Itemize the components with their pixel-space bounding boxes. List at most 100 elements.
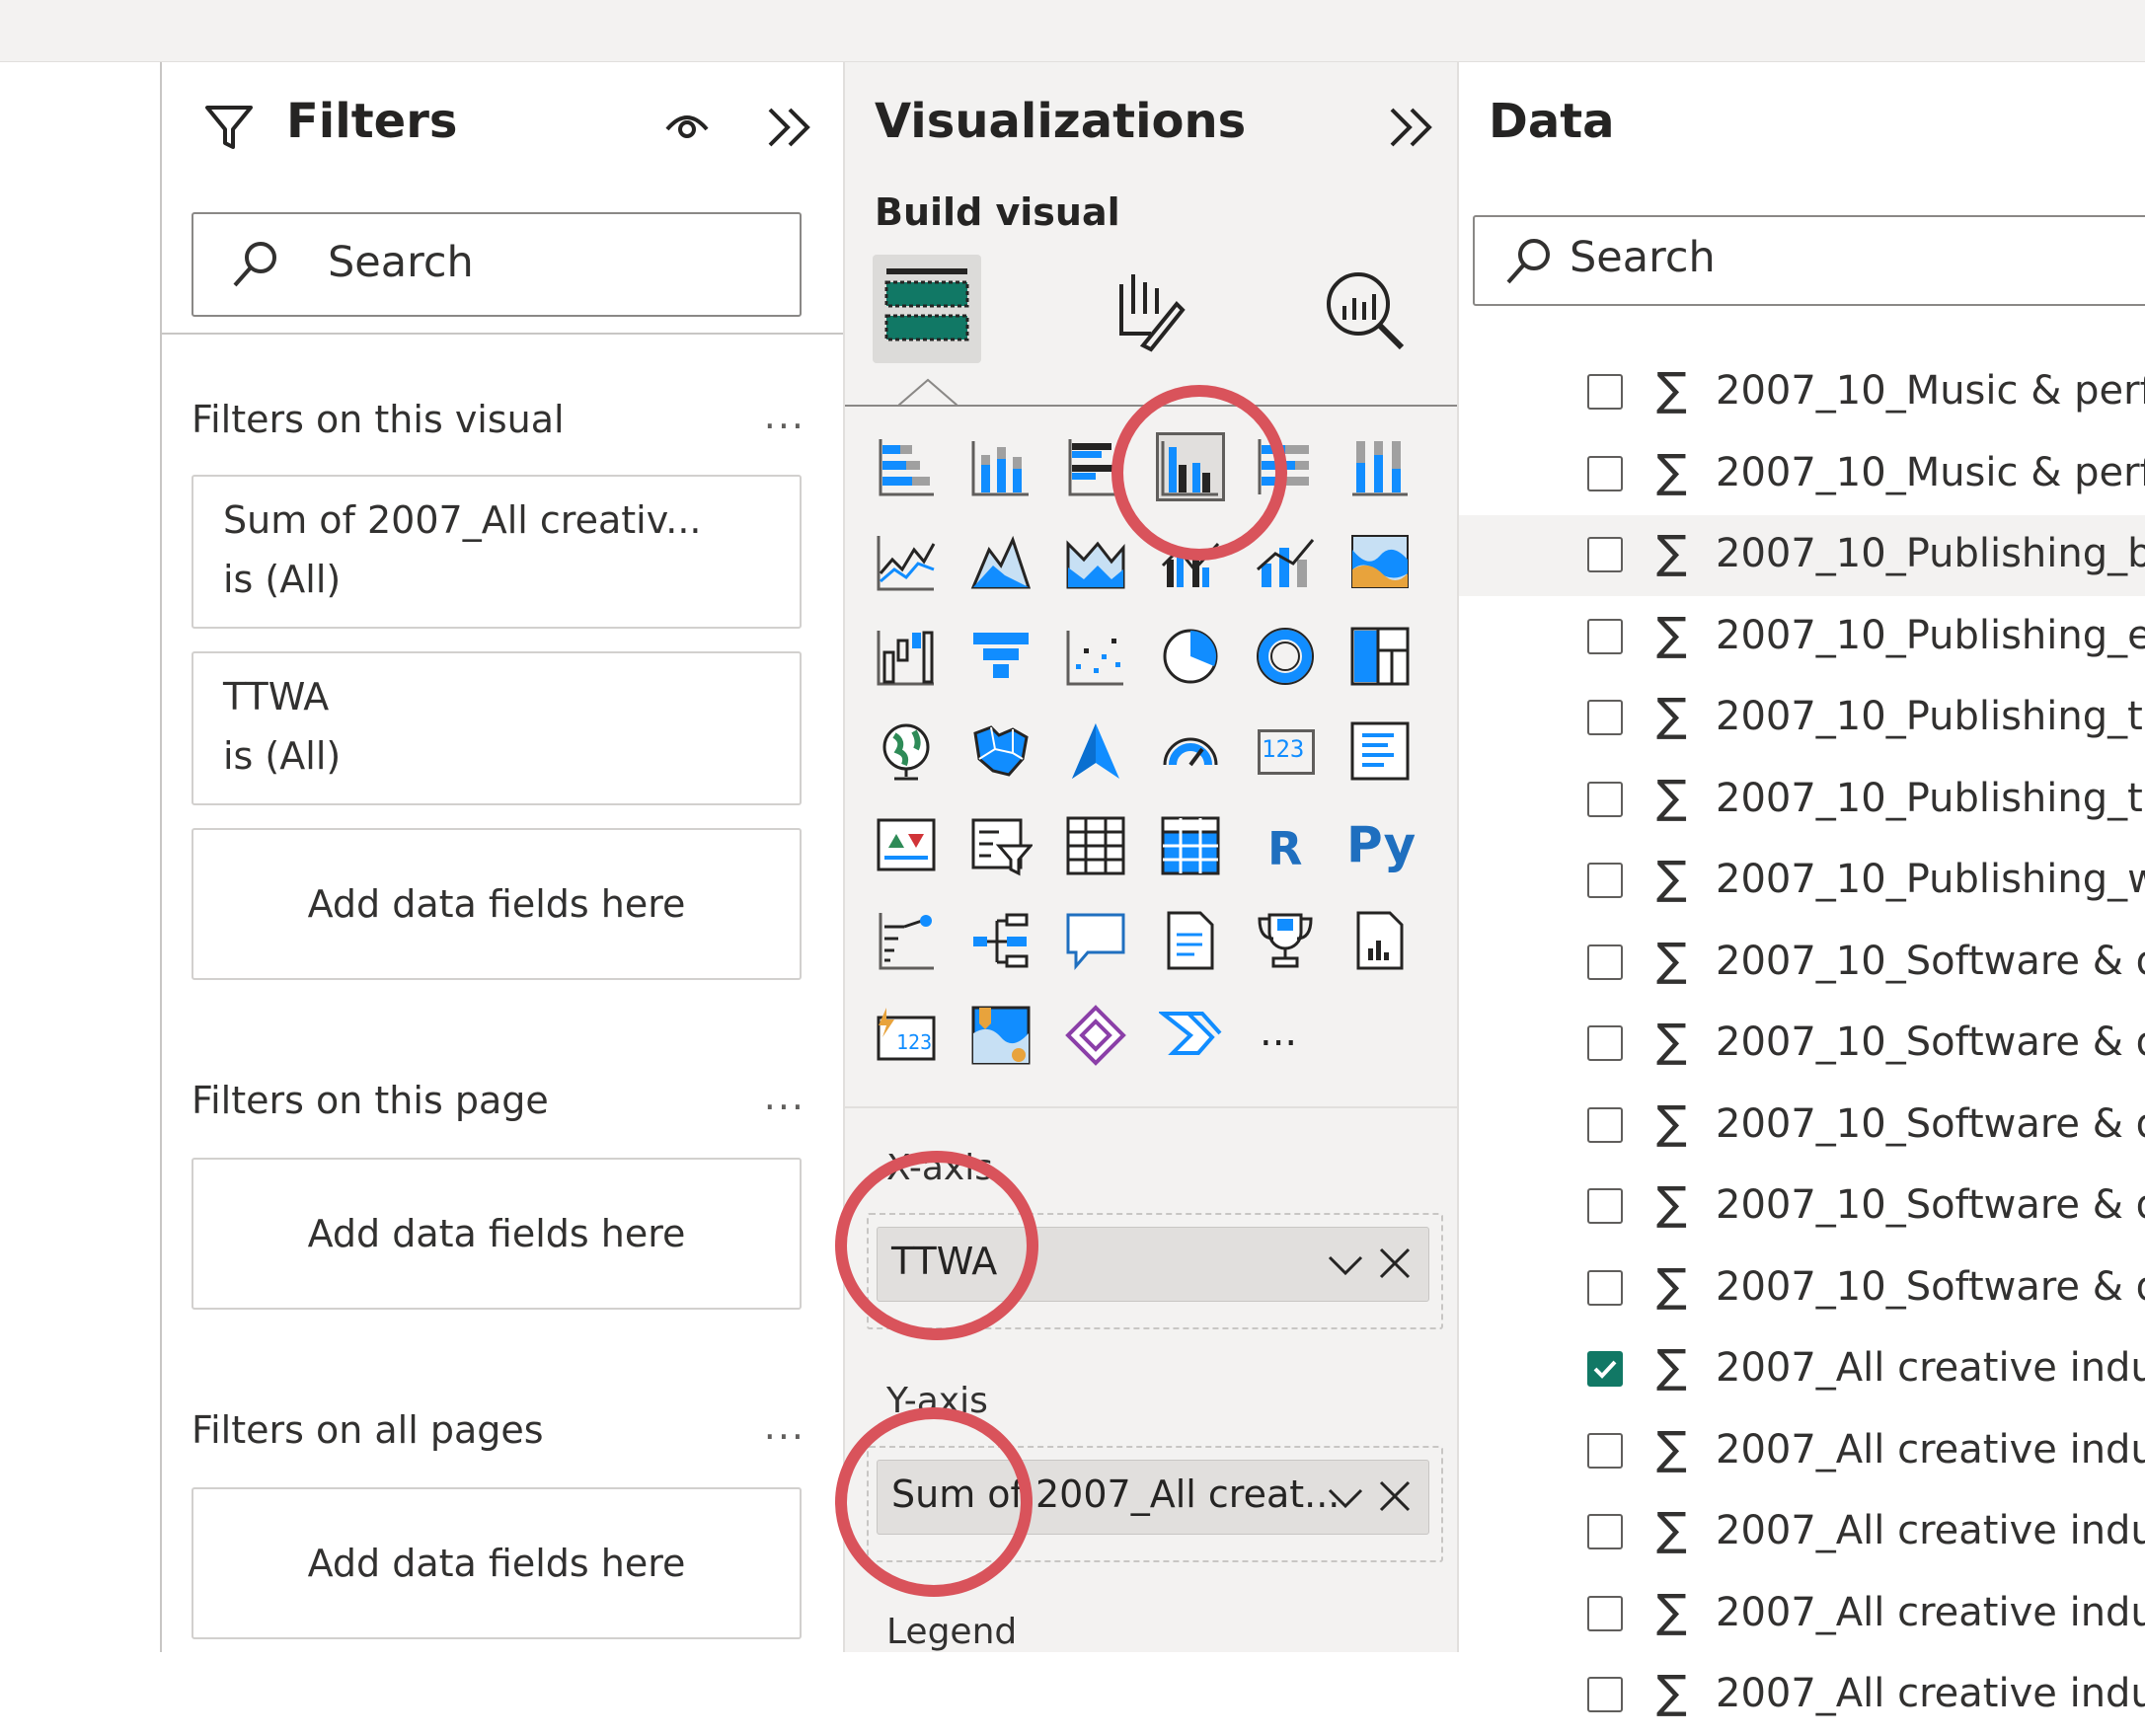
clustered-column-chart-icon[interactable]	[1156, 432, 1225, 501]
power-apps-card-icon[interactable]: 123	[875, 1004, 938, 1067]
stacked-area-chart-icon[interactable]	[1064, 530, 1127, 593]
more-options-visual[interactable]: ...	[764, 394, 805, 437]
slicer-icon[interactable]	[969, 814, 1033, 877]
field-list-item[interactable]: ∑ 2007_10_Software & dig	[1459, 1248, 2145, 1329]
more-options-all[interactable]: ...	[764, 1404, 805, 1448]
field-checkbox[interactable]	[1587, 1188, 1623, 1224]
tab-analytics[interactable]	[1311, 255, 1419, 363]
ribbon-chart-icon[interactable]	[1348, 530, 1412, 593]
field-list-item[interactable]: ∑ 2007_10_Software & dig	[1459, 1167, 2145, 1247]
remove-field-icon[interactable]	[1377, 1478, 1413, 1514]
remove-field-icon[interactable]	[1377, 1245, 1413, 1281]
field-checkbox[interactable]	[1587, 1025, 1623, 1061]
filter-card-sum[interactable]: Sum of 2007_All creativ... is (All)	[192, 475, 802, 629]
card-visual-icon[interactable]: 123	[1254, 719, 1317, 783]
azure-map-icon[interactable]	[1064, 719, 1127, 783]
line-clustered-column-icon[interactable]	[1159, 530, 1222, 593]
chevron-down-icon[interactable]	[1326, 1478, 1365, 1518]
field-list-item[interactable]: ∑ 2007_All creative indust	[1459, 1492, 2145, 1573]
filter-card-ttwa[interactable]: TTWA is (All)	[192, 651, 802, 805]
filter-icon	[205, 106, 253, 149]
add-fields-all-dropzone[interactable]: Add data fields here	[192, 1487, 802, 1639]
field-list-item[interactable]: ∑ 2007_All creative indust	[1459, 1329, 2145, 1410]
field-list-item[interactable]: ∑ 2007_10_Publishing_em	[1459, 597, 2145, 678]
field-list-item[interactable]: ∑ 2007_10_Software & dig	[1459, 1004, 2145, 1085]
field-list-item[interactable]: ∑ 2007_10_Music & perfor	[1459, 352, 2145, 433]
line-chart-icon[interactable]	[875, 530, 938, 593]
map-globe-icon[interactable]	[875, 719, 938, 783]
stacked-bar-chart-icon[interactable]	[875, 435, 938, 498]
more-visuals-icon[interactable]: ...	[1254, 1004, 1317, 1067]
treemap-icon[interactable]	[1348, 625, 1412, 688]
donut-chart-icon[interactable]	[1254, 625, 1317, 688]
field-checkbox[interactable]	[1587, 374, 1623, 410]
chevron-down-icon[interactable]	[1326, 1245, 1365, 1285]
collapse-filters-icon[interactable]	[764, 104, 815, 151]
field-list-item[interactable]: ∑ 2007_10_Music & perfor	[1459, 434, 2145, 515]
field-checkbox[interactable]	[1587, 1677, 1623, 1712]
kpi-icon[interactable]	[875, 814, 938, 877]
funnel-chart-icon[interactable]	[969, 625, 1033, 688]
100-stacked-column-chart-icon[interactable]	[1348, 435, 1412, 498]
x-axis-well[interactable]: TTWA	[867, 1213, 1443, 1329]
scatter-chart-icon[interactable]	[1064, 625, 1127, 688]
field-checkbox[interactable]	[1587, 700, 1623, 735]
python-visual-icon[interactable]: Py	[1346, 814, 1427, 877]
field-list-item[interactable]: ∑ 2007_10_Publishing_wor	[1459, 841, 2145, 922]
field-checkbox[interactable]	[1587, 1351, 1623, 1387]
line-stacked-column-icon[interactable]	[1254, 530, 1317, 593]
stacked-column-chart-icon[interactable]	[969, 435, 1033, 498]
field-checkbox[interactable]	[1587, 782, 1623, 817]
tab-format-visual[interactable]	[1092, 255, 1200, 363]
field-list-item[interactable]: ∑ 2007_All creative indust	[1459, 1655, 2145, 1736]
field-list-item[interactable]: ∑ 2007_10_Publishing_bus	[1459, 515, 2145, 596]
waterfall-chart-icon[interactable]	[875, 625, 938, 688]
field-checkbox[interactable]	[1587, 1107, 1623, 1143]
gauge-icon[interactable]	[1159, 719, 1222, 783]
smart-narrative-icon[interactable]	[1159, 909, 1222, 972]
x-axis-field-pill[interactable]: TTWA	[877, 1227, 1429, 1302]
pie-chart-icon[interactable]	[1159, 625, 1222, 688]
y-axis-field-pill[interactable]: Sum of 2007_All creat...	[877, 1460, 1429, 1535]
qna-icon[interactable]	[1064, 909, 1127, 972]
field-checkbox[interactable]	[1587, 537, 1623, 572]
field-list-item[interactable]: ∑ 2007_All creative indust	[1459, 1574, 2145, 1655]
table-icon[interactable]	[1064, 814, 1127, 877]
r-script-visual-icon[interactable]: R	[1254, 814, 1317, 877]
add-fields-visual-dropzone[interactable]: Add data fields here	[192, 828, 802, 980]
eye-icon[interactable]	[663, 106, 711, 145]
field-checkbox[interactable]	[1587, 944, 1623, 980]
filled-map-icon[interactable]	[969, 719, 1033, 783]
more-options-page[interactable]: ...	[764, 1075, 805, 1118]
key-influencers-icon[interactable]	[875, 909, 938, 972]
field-checkbox[interactable]	[1587, 1596, 1623, 1631]
field-list-item[interactable]: ∑ 2007_10_Publishing_turr	[1459, 678, 2145, 759]
add-fields-page-dropzone[interactable]: Add data fields here	[192, 1158, 802, 1310]
area-chart-icon[interactable]	[969, 530, 1033, 593]
field-checkbox[interactable]	[1587, 1433, 1623, 1469]
power-apps-icon[interactable]	[1064, 1004, 1127, 1067]
100-stacked-bar-chart-icon[interactable]	[1254, 435, 1317, 498]
paginated-report-icon[interactable]	[1348, 909, 1412, 972]
arcgis-map-icon[interactable]	[969, 1004, 1033, 1067]
y-axis-well[interactable]: Sum of 2007_All creat...	[867, 1446, 1443, 1562]
matrix-icon[interactable]	[1159, 814, 1222, 877]
collapse-visualizations-icon[interactable]	[1386, 104, 1437, 151]
decomposition-tree-icon[interactable]	[969, 909, 1033, 972]
field-checkbox[interactable]	[1587, 619, 1623, 654]
field-checkbox[interactable]	[1587, 1270, 1623, 1306]
clustered-bar-chart-icon[interactable]	[1064, 435, 1127, 498]
field-list-item[interactable]: ∑ 2007_All creative indust	[1459, 1411, 2145, 1492]
field-checkbox[interactable]	[1587, 1514, 1623, 1549]
power-automate-icon[interactable]	[1159, 1004, 1222, 1067]
filters-search-input[interactable]: Search	[192, 212, 802, 317]
data-search-input[interactable]: Search	[1473, 215, 2145, 306]
field-checkbox[interactable]	[1587, 863, 1623, 898]
field-checkbox[interactable]	[1587, 456, 1623, 491]
tab-build-visual[interactable]	[873, 255, 981, 363]
field-list-item[interactable]: ∑ 2007_10_Software & dig	[1459, 1086, 2145, 1167]
field-list-item[interactable]: ∑ 2007_10_Publishing_turr	[1459, 760, 2145, 841]
multi-row-card-icon[interactable]	[1348, 719, 1412, 783]
field-list-item[interactable]: ∑ 2007_10_Software & dig	[1459, 923, 2145, 1004]
goals-trophy-icon[interactable]	[1254, 909, 1317, 972]
